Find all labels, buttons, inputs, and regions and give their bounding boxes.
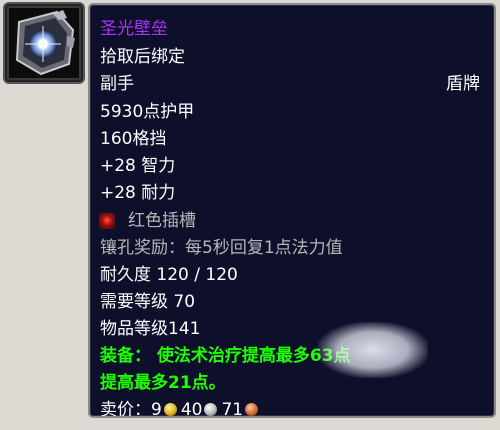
sell-copper: 71: [221, 400, 244, 418]
armor-value: 5930点护甲: [100, 102, 195, 122]
sell-gold: 9: [151, 400, 162, 418]
item-name: 圣光壁垒: [100, 19, 168, 39]
durability: 耐久度 120 / 120: [100, 265, 238, 285]
shield-crystal-icon: [15, 10, 75, 76]
stat-stamina: +28 耐力: [100, 183, 176, 203]
item-level: 物品等级141: [100, 319, 201, 339]
sell-silver: 40: [180, 400, 203, 418]
game-screen: 圣光壁垒 拾取后绑定 副手 盾牌 5930点护甲 160格挡 +28 智力 +2…: [0, 0, 500, 430]
red-socket-icon: [100, 214, 114, 228]
sell-price: 卖价：9 40 71: [100, 398, 262, 418]
stat-intellect: +28 智力: [100, 156, 176, 176]
silver-coin-icon: [204, 403, 218, 416]
socket-bonus: 镶孔奖励：每5秒回复1点法力值: [100, 238, 343, 258]
copper-coin-icon: [245, 403, 259, 416]
item-type: 盾牌: [446, 74, 480, 94]
item-tooltip: 圣光壁垒 拾取后绑定 副手 盾牌 5930点护甲 160格挡 +28 智力 +2…: [88, 3, 496, 418]
equip-effect-line1: 装备： 使法术治疗提高最多63点: [100, 346, 351, 366]
socket-row: 红色插槽: [100, 209, 196, 233]
item-icon-slot[interactable]: [3, 2, 85, 84]
socket-label: 红色插槽: [128, 211, 196, 231]
item-slot: 副手: [100, 74, 134, 94]
required-level: 需要等级 70: [100, 292, 196, 312]
equip-effect-line2: 提高最多21点。: [100, 373, 226, 393]
gold-coin-icon: [163, 403, 177, 416]
bind-type: 拾取后绑定: [100, 47, 185, 67]
sell-label: 卖价：: [100, 400, 151, 418]
block-value: 160格挡: [100, 129, 167, 149]
